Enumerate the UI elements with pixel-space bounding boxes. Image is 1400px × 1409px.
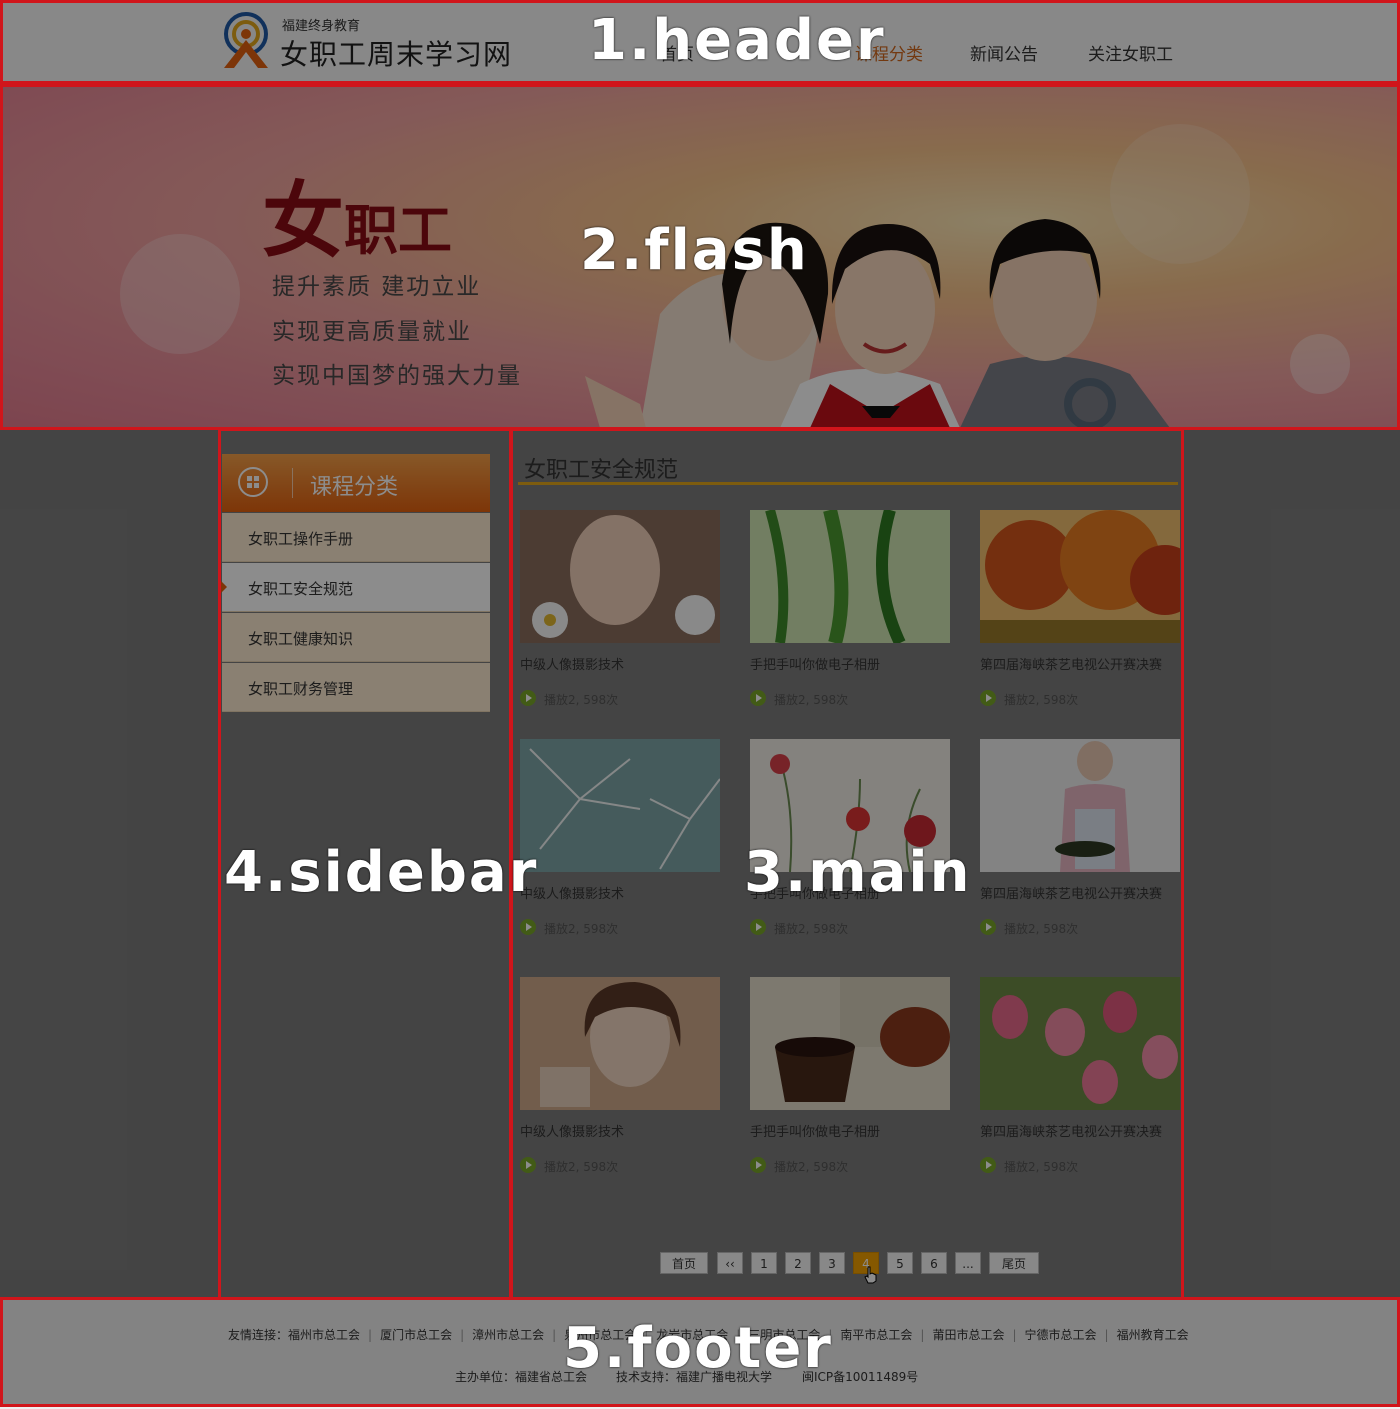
nav-news[interactable]: 新闻公告 — [970, 40, 1038, 65]
play-count: 播放2, 598次 — [544, 693, 619, 707]
nav-course-category[interactable]: 课程分类 — [855, 40, 923, 65]
footer-icp[interactable]: 闽ICP备10011489号 — [802, 1368, 918, 1385]
video-thumbnail[interactable] — [520, 510, 720, 643]
play-icon[interactable] — [980, 1157, 996, 1173]
play-count: 播放2, 598次 — [774, 922, 849, 936]
video-thumbnail[interactable] — [750, 739, 950, 872]
site-logo[interactable] — [220, 12, 272, 70]
friend-link[interactable]: 莆田市总工会 — [932, 1328, 1004, 1342]
sidebar-item-finance[interactable]: 女职工财务管理 — [222, 663, 490, 712]
friend-link[interactable]: 南平市总工会 — [840, 1328, 912, 1342]
hand-cursor-icon — [864, 1266, 877, 1284]
banner-slogan-1: 提升素质 建功立业 — [272, 274, 482, 300]
pagination-page[interactable]: 6 — [921, 1252, 947, 1274]
video-title[interactable]: 手把手叫你做电子相册 — [750, 883, 880, 902]
sidebar-item-label: 女职工操作手册 — [248, 530, 354, 548]
play-count: 播放2, 598次 — [774, 693, 849, 707]
sidebar-item-label: 女职工健康知识 — [248, 630, 354, 648]
video-title[interactable]: 手把手叫你做电子相册 — [750, 654, 880, 673]
sidebar-item-label: 女职工财务管理 — [248, 680, 354, 698]
play-icon[interactable] — [750, 919, 766, 935]
video-title[interactable]: 中级人像摄影技术 — [520, 883, 624, 902]
play-count: 播放2, 598次 — [774, 1160, 849, 1174]
friend-link[interactable]: 漳州市总工会 — [472, 1328, 544, 1342]
play-icon[interactable] — [520, 690, 536, 706]
friend-link[interactable]: 三明市总工会 — [748, 1328, 820, 1342]
friend-link[interactable]: 福州教育工会 — [1117, 1328, 1189, 1342]
video-thumbnail[interactable] — [980, 510, 1180, 643]
video-title[interactable]: 第四届海峡茶艺电视公开赛决赛 — [980, 1121, 1162, 1140]
video-title[interactable]: 中级人像摄影技术 — [520, 654, 624, 673]
video-title[interactable]: 第四届海峡茶艺电视公开赛决赛 — [980, 654, 1162, 673]
play-count: 播放2, 598次 — [544, 922, 619, 936]
banner-decor — [120, 124, 1350, 428]
sidebar-item-manual[interactable]: 女职工操作手册 — [222, 513, 490, 562]
play-icon[interactable] — [750, 1157, 766, 1173]
video-title[interactable]: 中级人像摄影技术 — [520, 1121, 624, 1140]
friend-link[interactable]: 龙岩市总工会 — [656, 1328, 728, 1342]
video-thumbnail[interactable] — [520, 739, 720, 872]
play-count: 播放2, 598次 — [1004, 693, 1079, 707]
play-icon[interactable] — [980, 919, 996, 935]
video-thumbnail[interactable] — [750, 977, 950, 1110]
play-icon[interactable] — [750, 690, 766, 706]
brand-subtitle: 福建终身教育 — [282, 19, 361, 34]
pagination-page[interactable]: 2 — [785, 1252, 811, 1274]
active-arrow-icon — [221, 581, 227, 593]
pagination-prev[interactable]: ‹‹ — [717, 1252, 743, 1274]
sidebar-item-health[interactable]: 女职工健康知识 — [222, 613, 490, 662]
play-count: 播放2, 598次 — [1004, 922, 1079, 936]
footer-sponsor: 主办单位：福建省总工会 — [455, 1370, 588, 1384]
play-icon[interactable] — [520, 919, 536, 935]
header: 福建终身教育 女职工周末学习网 首页 课程分类 新闻公告 关注女职工 — [0, 0, 1400, 84]
annotation-label-sidebar: 4.sidebar — [224, 840, 539, 905]
play-icon[interactable] — [980, 690, 996, 706]
banner-title-rest: 职工 — [344, 198, 453, 262]
pagination-first[interactable]: 首页 — [660, 1252, 708, 1274]
pagination-page[interactable]: 3 — [819, 1252, 845, 1274]
banner-slogan-2: 实现更高质量就业 — [272, 319, 472, 345]
nav-follow[interactable]: 关注女职工 — [1088, 40, 1173, 65]
footer-tech-support: 技术支持：福建广播电视大学 — [616, 1370, 773, 1384]
flash-banner[interactable]: 女职工 提升素质 建功立业 实现更高质量就业 实现中国梦的强大力量 — [0, 84, 1400, 428]
sidebar-item-label: 女职工安全规范 — [248, 580, 354, 598]
video-thumbnail[interactable] — [750, 510, 950, 643]
pagination-page[interactable]: 1 — [751, 1252, 777, 1274]
friend-links: 友情连接：福州市总工会 | 厦门市总工会 | 漳州市总工会 | 泉州市总工会 | 龙岩市总工会 |… — [228, 1328, 1189, 1342]
play-icon[interactable] — [520, 1157, 536, 1173]
friend-link[interactable]: 福州市总工会 — [288, 1328, 360, 1342]
friend-link[interactable]: 宁德市总工会 — [1025, 1328, 1097, 1342]
video-title[interactable]: 第四届海峡茶艺电视公开赛决赛 — [980, 883, 1162, 902]
section-title: 女职工安全规范 — [524, 458, 679, 483]
friend-link[interactable]: 厦门市总工会 — [380, 1328, 452, 1342]
pagination-last[interactable]: 尾页 — [989, 1252, 1039, 1274]
friend-links-label: 友情连接： — [228, 1328, 289, 1342]
video-thumbnail[interactable] — [980, 977, 1180, 1110]
pagination-page[interactable]: 5 — [887, 1252, 913, 1274]
friend-link[interactable]: 泉州市总工会 — [564, 1328, 636, 1342]
category-title: 课程分类 — [310, 475, 399, 500]
header-divider — [292, 468, 293, 498]
banner-title-big: 女 — [262, 173, 345, 269]
footer: 友情连接：福州市总工会 | 厦门市总工会 | 漳州市总工会 | 泉州市总工会 | 龙岩市总工会 |… — [0, 1297, 1400, 1409]
brand-title[interactable]: 女职工周末学习网 — [280, 33, 512, 73]
category-header: 课程分类 — [222, 454, 490, 512]
title-underline — [518, 482, 1178, 485]
play-count: 播放2, 598次 — [1004, 1160, 1079, 1174]
banner-slogan-3: 实现中国梦的强大力量 — [272, 363, 522, 389]
pagination-ellipsis: ... — [955, 1252, 981, 1274]
sidebar-item-safety[interactable]: 女职工安全规范 — [221, 563, 490, 612]
play-count: 播放2, 598次 — [544, 1160, 619, 1174]
banner-title: 女职工 — [262, 154, 452, 273]
nav-home[interactable]: 首页 — [660, 40, 694, 65]
grid-icon — [238, 467, 268, 497]
video-thumbnail[interactable] — [980, 739, 1180, 872]
video-title[interactable]: 手把手叫你做电子相册 — [750, 1121, 880, 1140]
video-thumbnail[interactable] — [520, 977, 720, 1110]
